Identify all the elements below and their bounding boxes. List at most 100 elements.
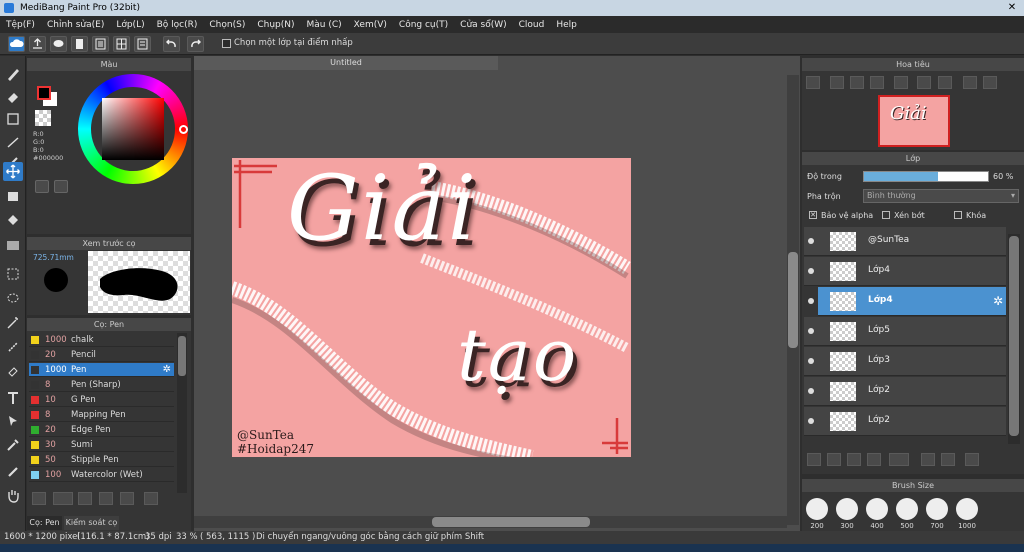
brush-import-icon[interactable] [78, 492, 92, 505]
palette-icon[interactable] [35, 180, 49, 193]
brush-item[interactable]: 10 G Pen [29, 393, 174, 407]
brush-tool-icon[interactable] [3, 64, 23, 83]
list-icon[interactable] [134, 36, 151, 52]
close-icon[interactable]: ✕ [1006, 2, 1018, 14]
menu-select[interactable]: Chọn(S) [209, 20, 245, 30]
move-tool-icon[interactable] [3, 162, 23, 181]
menu-view[interactable]: Xem(V) [354, 20, 387, 30]
hand-tool-icon[interactable] [3, 486, 23, 505]
layer-row[interactable]: Lớp3 [804, 347, 1006, 376]
magic-wand-icon[interactable] [3, 313, 23, 332]
menu-cloud[interactable]: Cloud [519, 20, 545, 30]
page-icon[interactable] [92, 36, 109, 52]
add-layer-menu-icon[interactable] [889, 453, 909, 466]
lasso-icon[interactable] [3, 289, 23, 308]
redo-icon[interactable] [187, 36, 204, 52]
cloud-icon[interactable] [8, 36, 25, 52]
fit-screen-icon[interactable] [850, 76, 864, 89]
canvas-vertical-scroll-thumb[interactable] [788, 252, 798, 348]
brush-item[interactable]: 1000 Pen ✲ [29, 363, 174, 377]
eraser-tool-icon[interactable] [3, 87, 23, 106]
layer-row[interactable]: Lớp2 [804, 407, 1006, 436]
brush-item[interactable]: 100 Watercolor (Wet) [29, 468, 174, 482]
saturation-box[interactable] [102, 98, 164, 160]
brush-size-dot[interactable] [956, 498, 978, 520]
brush-item[interactable]: 8 Mapping Pen [29, 408, 174, 422]
transparent-swatch[interactable] [35, 110, 51, 126]
operation-tool-icon[interactable] [3, 411, 23, 430]
layer-list-scroll-thumb[interactable] [1009, 236, 1019, 436]
brush-folder-icon[interactable] [99, 492, 113, 505]
gear-icon[interactable]: ✲ [993, 294, 1003, 308]
menu-layer[interactable]: Lớp(L) [116, 20, 144, 30]
lock-checkbox[interactable] [954, 211, 962, 219]
undo-icon[interactable] [163, 36, 180, 52]
navigator-thumbnail[interactable]: Giải [878, 95, 950, 147]
new-layer-icon[interactable] [807, 453, 821, 466]
brush-size-dot[interactable] [866, 498, 888, 520]
brush-item[interactable]: 20 Edge Pen [29, 423, 174, 437]
menu-color[interactable]: Màu (C) [307, 20, 342, 30]
layer-row[interactable]: Lớp5 [804, 317, 1006, 346]
zoom-in-alt-icon[interactable] [830, 76, 844, 89]
gradient-tool-icon[interactable] [3, 236, 23, 255]
hue-handle[interactable] [179, 125, 188, 134]
brush-item[interactable]: 20 Pencil [29, 348, 174, 362]
brush-copy-icon[interactable] [120, 492, 134, 505]
canvas-horizontal-scroll-thumb[interactable] [432, 517, 590, 527]
protect-alpha-checkbox[interactable]: ✕ [809, 211, 817, 219]
grid-icon[interactable] [113, 36, 130, 52]
clipping-checkbox[interactable] [882, 211, 890, 219]
eye-icon[interactable] [808, 298, 814, 304]
text-tool-icon[interactable] [3, 389, 23, 408]
menu-help[interactable]: Help [556, 20, 577, 30]
rotate-left-icon[interactable] [963, 76, 977, 89]
brush-delete-icon[interactable] [144, 492, 158, 505]
brush-size-dot[interactable] [836, 498, 858, 520]
eye-icon[interactable] [808, 388, 814, 394]
blend-mode-select[interactable]: Bình thường ▾ [863, 189, 1019, 203]
layer-row[interactable]: @SunTea [804, 227, 1006, 256]
bucket-tool-icon[interactable] [3, 211, 23, 230]
eye-icon[interactable] [808, 418, 814, 424]
gear-icon[interactable]: ✲ [163, 363, 171, 377]
brush-size-dot[interactable] [926, 498, 948, 520]
fit-all-icon[interactable] [938, 76, 952, 89]
menu-filter[interactable]: Bộ lọc(R) [157, 20, 198, 30]
rectangle-tool-icon[interactable] [3, 110, 23, 129]
select-pen-icon[interactable] [3, 337, 23, 356]
menu-snap[interactable]: Chụp(N) [257, 20, 294, 30]
select-layer-checkbox[interactable] [222, 39, 231, 48]
menu-edit[interactable]: Chỉnh sửa(E) [47, 20, 104, 30]
comment-icon[interactable] [50, 36, 67, 52]
palette-settings-icon[interactable] [54, 180, 68, 193]
artwork-canvas[interactable]: Giải tạo [232, 158, 631, 457]
new-1bit-layer-icon[interactable] [867, 453, 881, 466]
document-tab[interactable]: Untitled [194, 56, 498, 70]
menu-tools[interactable]: Công cụ(T) [399, 20, 448, 30]
eye-icon[interactable] [808, 238, 814, 244]
brush-item[interactable]: 1000 chalk [29, 333, 174, 347]
layer-row[interactable]: Lớp4 ✲ [818, 287, 1006, 316]
add-brush-icon[interactable] [32, 492, 46, 505]
brush-menu-icon[interactable] [53, 492, 73, 505]
layer-row[interactable]: Lớp4 [804, 257, 1006, 286]
tab-brush[interactable]: Cọ: Pen [27, 516, 62, 530]
zoom-in-icon[interactable] [806, 76, 820, 89]
brush-size-dot[interactable] [806, 498, 828, 520]
menu-window[interactable]: Cửa sổ(W) [460, 20, 506, 30]
actual-size-icon[interactable] [894, 76, 908, 89]
brush-size-dot[interactable] [896, 498, 918, 520]
delete-layer-icon[interactable] [965, 453, 979, 466]
zoom-out-icon[interactable] [870, 76, 884, 89]
brush-item[interactable]: 30 Sumi [29, 438, 174, 452]
dropper-icon[interactable] [3, 462, 23, 481]
line-tool-icon[interactable] [3, 133, 23, 152]
brush-list-scroll-thumb[interactable] [178, 336, 186, 376]
eye-icon[interactable] [808, 358, 814, 364]
select-eraser-icon[interactable] [3, 361, 23, 380]
upload-icon[interactable] [29, 36, 46, 52]
duplicate-layer-icon[interactable] [921, 453, 935, 466]
new-halftone-layer-icon[interactable] [827, 453, 841, 466]
brush-item[interactable]: 50 Stipple Pen [29, 453, 174, 467]
